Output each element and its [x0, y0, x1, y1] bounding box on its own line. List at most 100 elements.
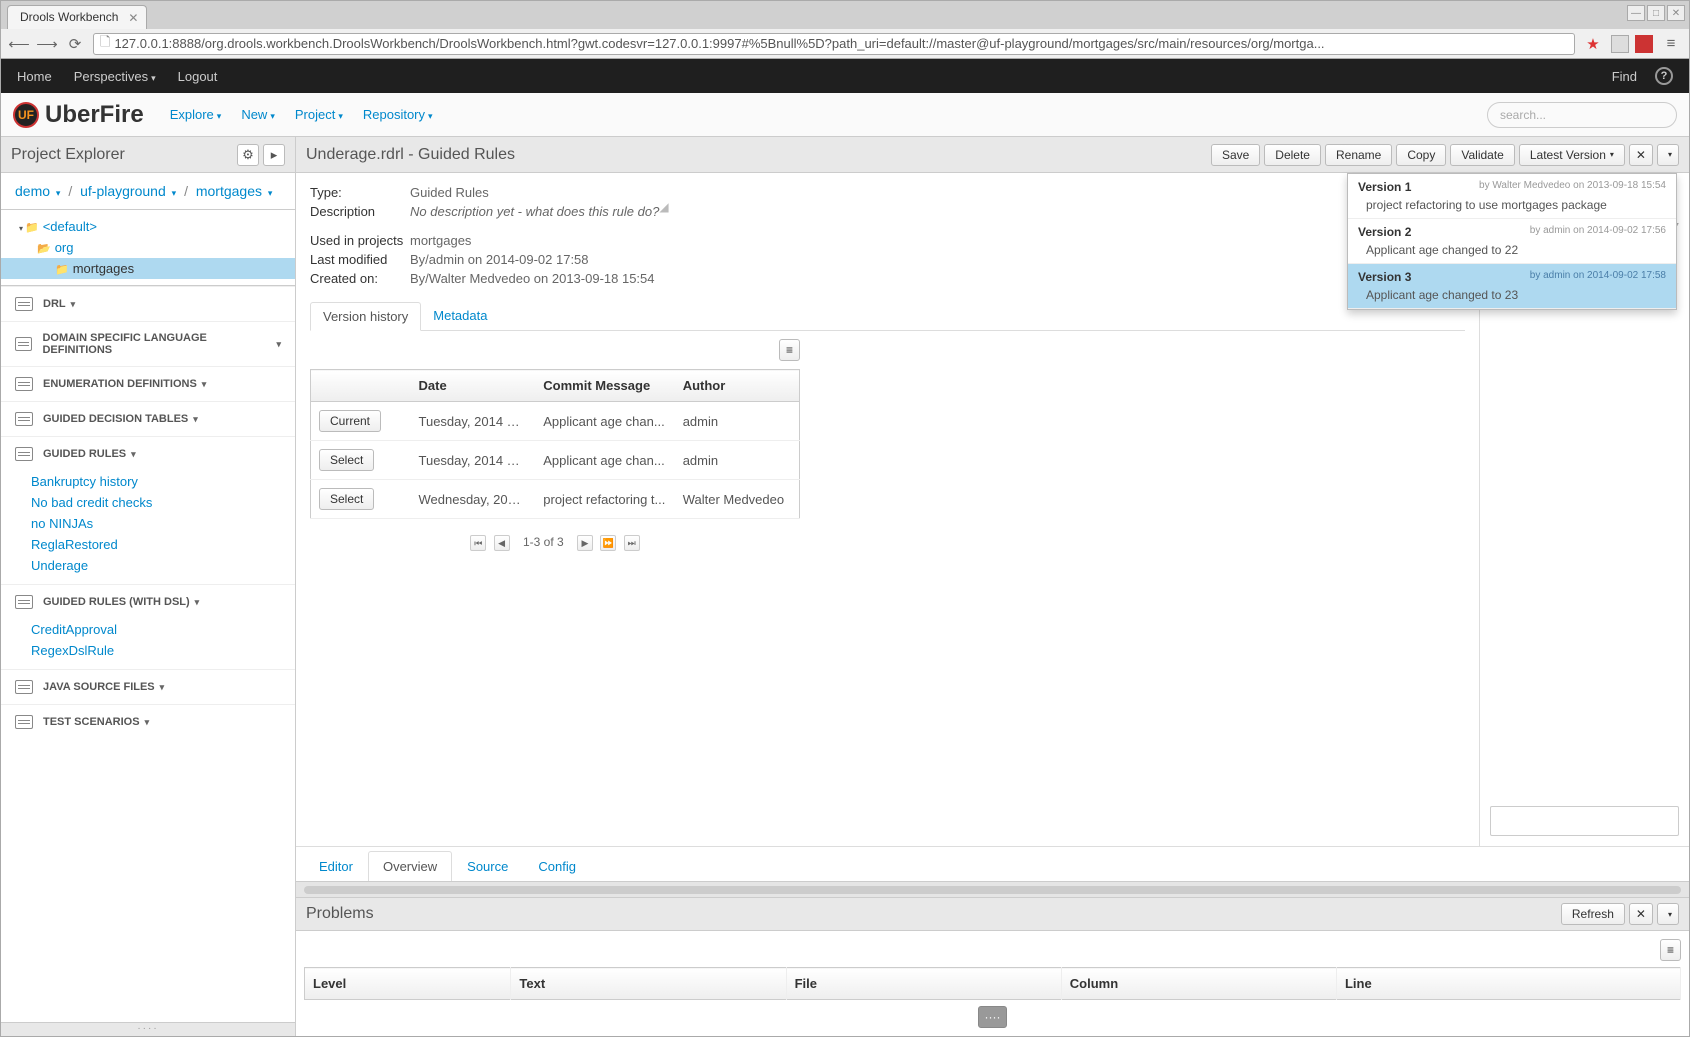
url-bar[interactable]: 🗋 127.0.0.1:8888/org.drools.workbench.Dr… — [93, 33, 1575, 55]
version-item[interactable]: Version 1by Walter Medvedeo on 2013-09-1… — [1348, 174, 1676, 219]
breadcrumb-demo[interactable]: demo ▾ — [15, 183, 60, 199]
tree-mortgages[interactable]: 📁mortgages — [1, 258, 295, 279]
col-column: Column — [1061, 968, 1336, 1000]
delete-button[interactable]: Delete — [1264, 144, 1321, 166]
file-list-icon — [15, 297, 33, 311]
maximize-icon[interactable]: □ — [1647, 5, 1665, 21]
tab-editor[interactable]: Editor — [304, 851, 368, 882]
menu-new[interactable]: New▾ — [241, 107, 275, 122]
comment-input[interactable] — [1490, 806, 1679, 836]
editor-menu-button[interactable]: ▾ — [1657, 144, 1679, 166]
last-page-button[interactable]: ⏭ — [624, 535, 640, 551]
rule-link[interactable]: no NINJAs — [31, 513, 281, 534]
search-input[interactable]: search... — [1487, 102, 1677, 128]
file-list-icon — [15, 595, 33, 609]
menu-project[interactable]: Project▾ — [295, 107, 343, 122]
breadcrumb-playground[interactable]: uf-playground ▾ — [80, 183, 176, 199]
close-editor-button[interactable]: ✕ — [1629, 144, 1653, 166]
tab-version-history[interactable]: Version history — [310, 302, 421, 331]
rule-link[interactable]: RegexDslRule — [31, 640, 281, 661]
tab-config[interactable]: Config — [523, 851, 591, 882]
close-tab-icon[interactable]: ✕ — [128, 11, 138, 25]
rule-link[interactable]: Bankruptcy history — [31, 471, 281, 492]
forward-icon[interactable]: ⟶ — [37, 34, 57, 54]
version-item[interactable]: Version 2by admin on 2014-09-02 17:56 Ap… — [1348, 219, 1676, 264]
expand-icon[interactable]: ▸ — [263, 144, 285, 166]
resize-handle-icon[interactable]: ◢ — [659, 200, 668, 219]
caret-down-icon: ▾ — [151, 73, 156, 83]
cat-guided-rules-dsl[interactable]: GUIDED RULES (WITH DSL)▾ — [1, 585, 295, 619]
ext-icon-1[interactable] — [1611, 35, 1629, 53]
minimize-icon[interactable]: — — [1627, 5, 1645, 21]
back-icon[interactable]: ⟵ — [9, 34, 29, 54]
close-problems-button[interactable]: ✕ — [1629, 903, 1653, 925]
bookmark-icon[interactable]: ★ — [1583, 34, 1603, 54]
problems-menu-button[interactable]: ▾ — [1657, 903, 1679, 925]
list-view-icon[interactable]: ≡ — [779, 339, 800, 361]
cat-java[interactable]: JAVA SOURCE FILES▾ — [1, 670, 295, 704]
help-icon[interactable]: ? — [1655, 67, 1673, 85]
next-set-button[interactable]: ⏩ — [600, 535, 616, 551]
breadcrumb-mortgages[interactable]: mortgages ▾ — [196, 183, 273, 199]
resize-handle[interactable] — [1, 1022, 295, 1036]
tab-metadata[interactable]: Metadata — [421, 302, 499, 331]
caret-down-icon: ▾ — [145, 717, 150, 728]
version-item[interactable]: Version 3by admin on 2014-09-02 17:58 Ap… — [1348, 264, 1676, 309]
caret-down-icon: ▾ — [172, 188, 177, 198]
tree-org[interactable]: 📂org — [1, 237, 295, 258]
sub-tabs: Version history Metadata — [310, 302, 1465, 331]
cat-drl[interactable]: DRL▾ — [1, 287, 295, 321]
rule-link[interactable]: No bad credit checks — [31, 492, 281, 513]
menu-home[interactable]: Home — [17, 69, 52, 84]
problems-header: Problems Refresh ✕ ▾ — [296, 897, 1689, 931]
browser-tab[interactable]: Drools Workbench ✕ — [7, 5, 147, 29]
caret-down-icon: ▾ — [338, 111, 343, 121]
caret-down-icon: ▾ — [276, 339, 281, 350]
list-view-icon[interactable]: ≡ — [1660, 939, 1681, 961]
gear-icon[interactable]: ⚙ — [237, 144, 259, 166]
cat-enum[interactable]: ENUMERATION DEFINITIONS▾ — [1, 367, 295, 401]
cat-dsl[interactable]: DOMAIN SPECIFIC LANGUAGE DEFINITIONS▾ — [1, 322, 295, 366]
caret-down-icon: ▾ — [131, 449, 136, 460]
menu-icon[interactable]: ≡ — [1661, 34, 1681, 54]
save-button[interactable]: Save — [1211, 144, 1260, 166]
ext-icon-2[interactable] — [1635, 35, 1653, 53]
menu-explore[interactable]: Explore▾ — [170, 107, 222, 122]
tab-source[interactable]: Source — [452, 851, 523, 882]
first-page-button[interactable]: ⏮ — [470, 535, 486, 551]
horizontal-scrollbar[interactable] — [296, 881, 1689, 897]
prev-page-button[interactable]: ◀ — [494, 535, 510, 551]
menu-perspectives[interactable]: Perspectives▾ — [74, 69, 156, 84]
cat-gdt[interactable]: GUIDED DECISION TABLES▾ — [1, 402, 295, 436]
rule-link[interactable]: CreditApproval — [31, 619, 281, 640]
select-button[interactable]: Select — [319, 449, 374, 471]
rule-link[interactable]: Underage — [31, 555, 281, 576]
menu-repository[interactable]: Repository▾ — [363, 107, 433, 122]
col-text: Text — [511, 968, 786, 1000]
tree-default[interactable]: ▾📁<default> — [1, 216, 295, 237]
copy-button[interactable]: Copy — [1396, 144, 1446, 166]
menu-find[interactable]: Find — [1612, 69, 1637, 84]
table-row: Select Wednesday, 2013 ... project refac… — [311, 480, 800, 519]
current-button[interactable]: Current — [319, 410, 381, 432]
reload-icon[interactable]: ⟳ — [65, 34, 85, 54]
cat-test-scenarios[interactable]: TEST SCENARIOS▾ — [1, 705, 295, 739]
description-field[interactable]: No description yet - what does this rule… — [410, 204, 659, 219]
tab-overview[interactable]: Overview — [368, 851, 452, 882]
col-author: Author — [675, 370, 800, 402]
menu-logout[interactable]: Logout — [178, 69, 218, 84]
close-window-icon[interactable]: ✕ — [1667, 5, 1685, 21]
next-page-button[interactable]: ▶ — [577, 535, 593, 551]
select-button[interactable]: Select — [319, 488, 374, 510]
file-list-icon — [15, 715, 33, 729]
version-dropdown-button[interactable]: Latest Version▾ — [1519, 144, 1625, 166]
caret-down-icon: ▾ — [1668, 150, 1672, 159]
caret-down-icon: ▾ — [56, 188, 61, 198]
validate-button[interactable]: Validate — [1450, 144, 1514, 166]
rename-button[interactable]: Rename — [1325, 144, 1392, 166]
refresh-button[interactable]: Refresh — [1561, 903, 1625, 925]
breadcrumb: demo ▾ / uf-playground ▾ / mortgages ▾ — [1, 173, 295, 210]
rule-link[interactable]: ReglaRestored — [31, 534, 281, 555]
cat-guided-rules[interactable]: GUIDED RULES▾ — [1, 437, 295, 471]
caret-down-icon: ▾ — [270, 111, 275, 121]
